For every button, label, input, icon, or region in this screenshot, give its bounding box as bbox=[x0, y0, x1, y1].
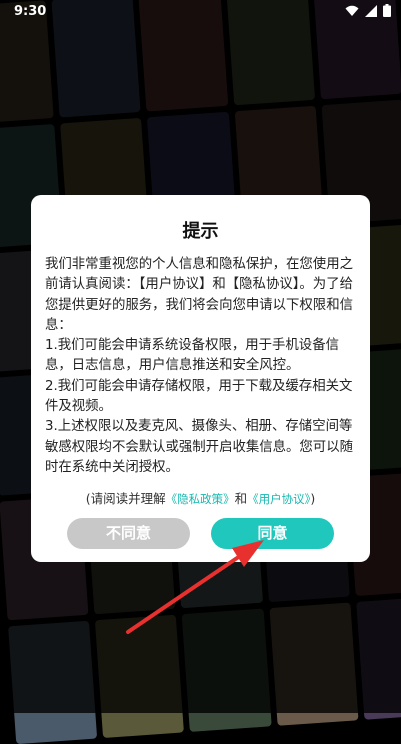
consent-prefix: (请阅读并理解 bbox=[85, 491, 166, 506]
user-agreement-link[interactable]: 《用户协议》 bbox=[247, 492, 310, 506]
agree-button[interactable]: 同意 bbox=[211, 518, 334, 549]
permission-item-1: 1.我们可能会申请系统设备权限，用于手机设备信息，日志信息，用户信息推送和安全风… bbox=[45, 338, 339, 374]
status-time: 9:30 bbox=[14, 4, 47, 19]
dialog-title: 提示 bbox=[182, 221, 219, 242]
wifi-icon bbox=[345, 5, 359, 16]
disagree-button[interactable]: 不同意 bbox=[67, 518, 190, 549]
privacy-dialog: 提示 我们非常重视您的个人信息和隐私保护，在您使用之前请认真阅读：【用户协议】和… bbox=[31, 195, 370, 562]
privacy-policy-link[interactable]: 《隐私政策》 bbox=[166, 492, 235, 506]
status-icons bbox=[345, 4, 391, 17]
dialog-body: 我们非常重视您的个人信息和隐私保护，在您使用之前请认真阅读：【用户协议】和【隐私… bbox=[45, 255, 357, 478]
consent-and: 和 bbox=[234, 491, 248, 506]
signal-icon bbox=[365, 4, 377, 17]
intro-paragraph: 我们非常重视您的个人信息和隐私保护，在您使用之前请认真阅读：【用户协议】和【隐私… bbox=[45, 257, 353, 333]
battery-icon bbox=[383, 4, 391, 17]
consent-line: (请阅读并理解《隐私政策》和《用户协议》) bbox=[31, 488, 370, 507]
status-bar: 9:30 bbox=[0, 0, 401, 24]
permission-item-3: 3.上述权限以及麦克风、摄像头、相册、存储空间等敏感权限均不会默认或强制开启收集… bbox=[45, 419, 353, 475]
permission-item-2: 2.我们可能会申请存储权限，用于下载及缓存相关文件及视频。 bbox=[45, 378, 353, 415]
consent-suffix: ) bbox=[310, 491, 316, 506]
